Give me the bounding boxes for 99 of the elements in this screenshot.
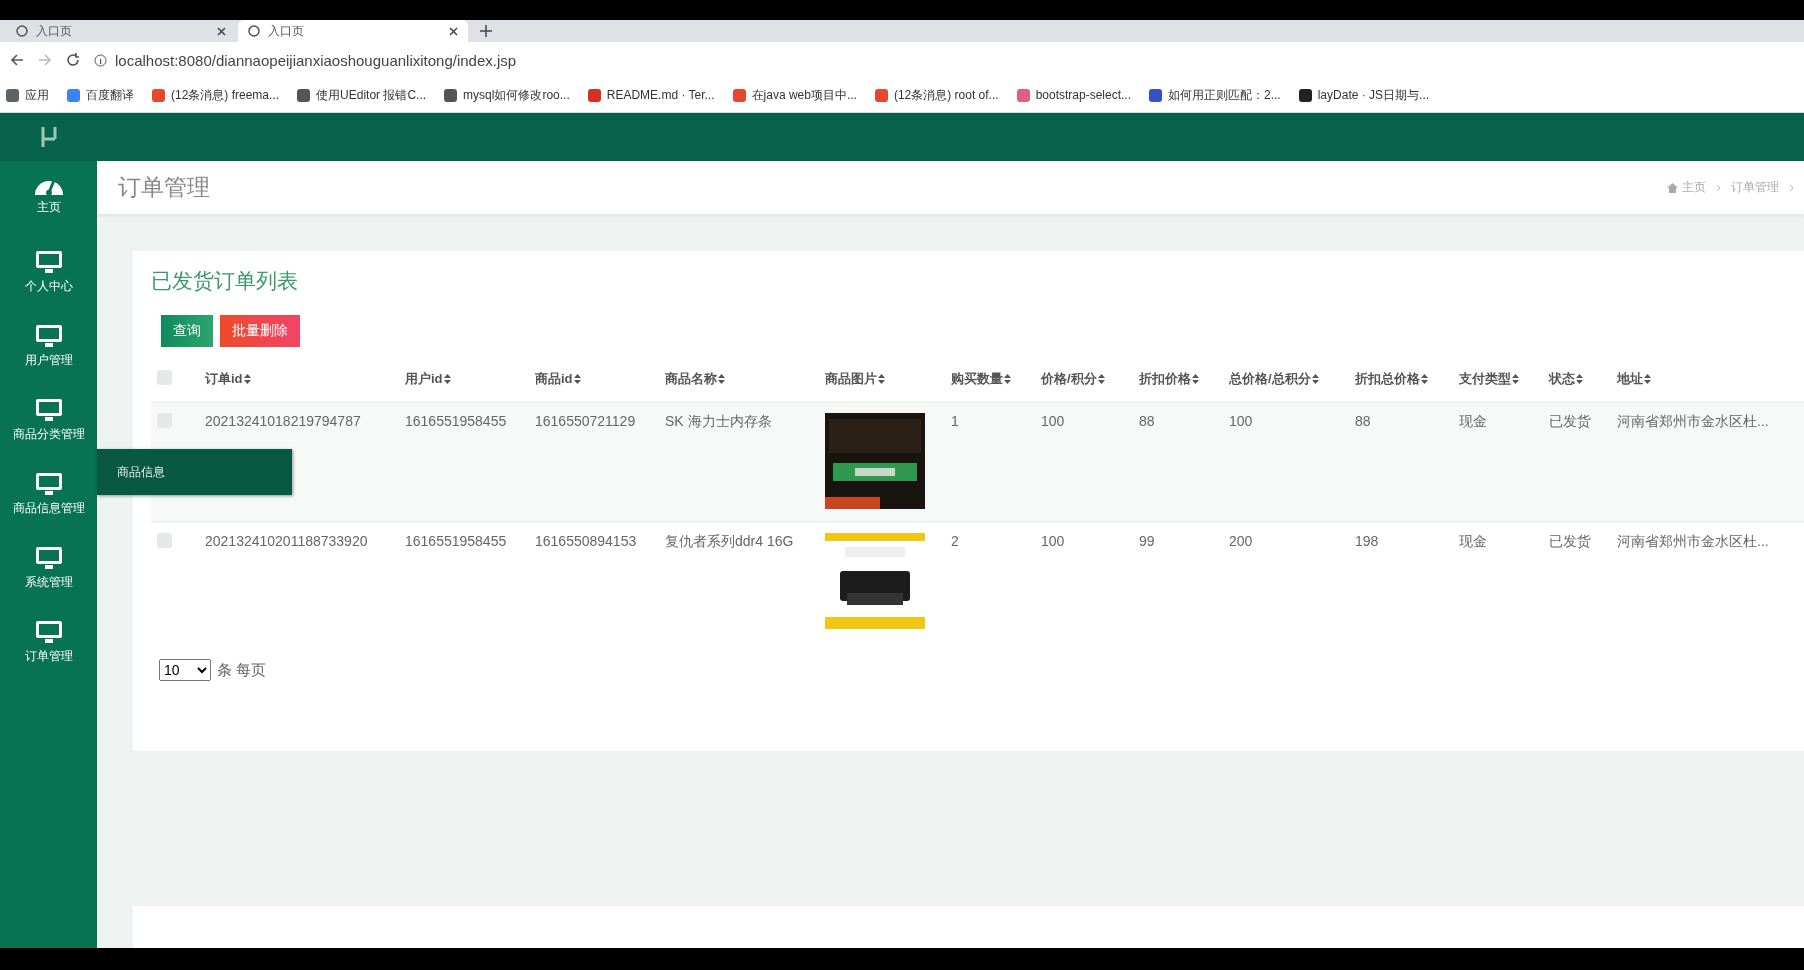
table-cell: 20213241018219794787	[205, 413, 361, 429]
info-icon	[94, 53, 107, 67]
close-icon[interactable]	[217, 26, 226, 36]
bookmark[interactable]: 在java web项目中...	[732, 86, 857, 104]
table-cell: 1	[951, 413, 959, 429]
column-header[interactable]: 状态	[1549, 370, 1583, 388]
table-cell: 99	[1139, 533, 1155, 549]
checkbox[interactable]	[157, 370, 172, 385]
sort-icon[interactable]	[443, 374, 451, 384]
table-cell: 1616551958455	[405, 413, 507, 429]
monitor-icon	[34, 471, 63, 496]
url-text[interactable]: localhost:8080/diannaopeijianxiaoshouguanlixitong/index.jsp	[115, 51, 517, 69]
sort-icon[interactable]	[1097, 374, 1105, 384]
column-header[interactable]: 总价格/总积分	[1229, 370, 1319, 388]
sort-icon[interactable]	[878, 374, 885, 384]
sort-icon[interactable]	[1512, 374, 1519, 384]
column-header[interactable]: 用户id	[405, 370, 451, 388]
sort-icon[interactable]	[1421, 374, 1428, 384]
page-size-select[interactable]: 10	[159, 659, 211, 681]
table-cell: 200	[1229, 533, 1253, 549]
monitor-icon	[34, 619, 63, 644]
table-cell: 1616551958455	[405, 533, 507, 549]
table-cell: 198	[1355, 533, 1379, 549]
logo-icon	[40, 127, 57, 147]
sidebar-item[interactable]: 订单管理	[0, 605, 97, 679]
sort-icon[interactable]	[1576, 374, 1583, 384]
table-cell: 100	[1229, 413, 1253, 429]
new-tab-icon[interactable]	[480, 25, 492, 37]
sidebar-item[interactable]: 商品分类管理	[0, 383, 97, 457]
monitor-icon	[34, 323, 63, 348]
sidebar-item[interactable]: 个人中心	[0, 235, 97, 309]
table-cell: 100	[1041, 533, 1065, 549]
sort-icon[interactable]	[243, 374, 251, 384]
table-cell: 100	[1041, 413, 1065, 429]
bookmark[interactable]: 使用UEditor 报错C...	[297, 86, 427, 104]
column-header[interactable]: 商品图片	[825, 370, 885, 388]
delete-button[interactable]: 批量删除	[220, 315, 300, 347]
home-icon	[1667, 182, 1678, 193]
column-header[interactable]: 订单id	[205, 370, 251, 388]
table-cell: 1616550894153	[535, 533, 637, 549]
column-header[interactable]: 价格/积分	[1041, 370, 1105, 388]
sidebar-item[interactable]: 主页	[0, 161, 97, 235]
card-title: 已发货订单列表	[151, 268, 299, 294]
bookmark[interactable]: bootstrap-select...	[1016, 88, 1131, 102]
table-cell: 复仇者系列ddr4 16G	[665, 533, 794, 549]
sort-icon[interactable]	[1004, 374, 1011, 384]
column-header[interactable]: 商品名称	[665, 370, 725, 388]
column-header[interactable]: 商品id	[535, 370, 581, 388]
column-header[interactable]: 折扣总价格	[1355, 370, 1428, 388]
tab-title: 入口页	[268, 22, 305, 40]
table-cell: 1616550721129	[535, 413, 636, 429]
bookmark[interactable]: (12条消息) freema...	[152, 86, 280, 104]
monitor-icon	[34, 545, 63, 570]
reload-icon[interactable]	[66, 53, 80, 67]
checkbox[interactable]	[157, 533, 172, 548]
table-cell: 2	[951, 533, 959, 549]
page-size-label: 条 每页	[217, 660, 267, 680]
page-title: 订单管理	[118, 173, 210, 202]
monitor-icon	[34, 249, 63, 274]
dashboard-icon	[34, 180, 63, 195]
column-header[interactable]: 支付类型	[1459, 370, 1519, 388]
table-cell: 88	[1355, 413, 1371, 429]
bookmark[interactable]: 应用	[6, 86, 49, 104]
bookmark[interactable]: README.md · Ter...	[587, 88, 715, 102]
column-header[interactable]: 地址	[1617, 370, 1651, 388]
tab-title: 入口页	[36, 22, 73, 40]
submenu-item[interactable]: 商品信息	[97, 449, 292, 495]
browser-tab[interactable]: 入口页	[238, 20, 468, 42]
sort-icon[interactable]	[718, 374, 725, 384]
query-button[interactable]: 查询	[161, 315, 213, 347]
browser-tab[interactable]: 入口页	[6, 20, 236, 42]
table-cell: 现金	[1459, 533, 1487, 549]
sidebar-item[interactable]: 系统管理	[0, 531, 97, 605]
bookmark[interactable]: 百度翻译	[67, 86, 134, 104]
sidebar-item[interactable]: 用户管理	[0, 309, 97, 383]
sort-icon[interactable]	[573, 374, 581, 384]
table-cell: SK 海力士内存条	[665, 413, 772, 429]
bookmark[interactable]: layDate · JS日期与...	[1298, 86, 1430, 104]
column-header[interactable]: 购买数量	[951, 370, 1011, 388]
table-cell: 现金	[1459, 413, 1487, 429]
table-cell: 88	[1139, 413, 1155, 429]
bookmark[interactable]: mysql如何修改roo...	[444, 86, 570, 104]
sort-icon[interactable]	[1311, 374, 1319, 384]
sidebar-item[interactable]: 商品信息管理	[0, 457, 97, 531]
back-icon[interactable]	[10, 53, 24, 67]
close-icon[interactable]	[449, 26, 458, 36]
bookmark[interactable]: 如何用正则匹配：2...	[1149, 86, 1281, 104]
column-header[interactable]: 折扣价格	[1139, 370, 1199, 388]
chevron-icon	[1789, 183, 1794, 192]
table-cell: 202132410201188733920	[205, 533, 368, 549]
chevron-icon	[1716, 183, 1721, 192]
table-cell: 河南省郑州市金水区杜...	[1617, 413, 1769, 429]
bookmark[interactable]: (12条消息) root of...	[874, 86, 999, 104]
table-cell: 已发货	[1549, 533, 1591, 549]
sort-icon[interactable]	[1644, 374, 1651, 384]
table-cell: 河南省郑州市金水区杜...	[1617, 533, 1769, 549]
table-cell: 已发货	[1549, 413, 1591, 429]
sort-icon[interactable]	[1192, 374, 1199, 384]
monitor-icon	[34, 397, 63, 422]
